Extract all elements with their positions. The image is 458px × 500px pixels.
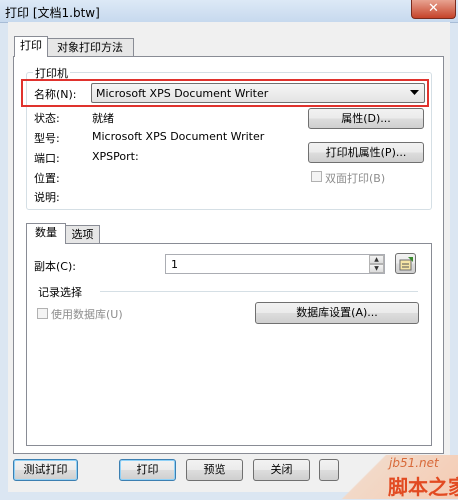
copies-input[interactable]: 1 ▲ ▼ [165, 254, 385, 274]
database-settings-button[interactable]: 数据库设置(A)... [255, 302, 419, 324]
printer-properties-button-label: 打印机属性(P)... [325, 146, 407, 159]
tab-print[interactable]: 打印 [14, 36, 48, 57]
test-print-button-label: 测试打印 [23, 463, 68, 476]
tab-options[interactable]: 选项 [65, 225, 100, 244]
records-divider [100, 291, 418, 292]
watermark-brand: 脚本之家 [388, 475, 458, 499]
test-print-button[interactable]: 测试打印 [13, 459, 78, 481]
copies-details-button[interactable] [395, 253, 416, 274]
copies-decrement[interactable]: ▼ [369, 264, 384, 273]
chevron-down-icon [410, 90, 419, 95]
use-database-label: 使用数据库(U) [51, 308, 123, 321]
copies-value: 1 [171, 258, 178, 271]
port-value: XPSPort: [92, 150, 139, 163]
tab-object-print-label: 对象打印方法 [57, 41, 123, 54]
type-label: 型号: [34, 132, 60, 145]
close-window-button[interactable]: ✕ [411, 0, 456, 19]
print-button-label: 打印 [136, 463, 159, 476]
comment-label: 说明: [34, 191, 60, 204]
type-value: Microsoft XPS Document Writer [92, 130, 265, 143]
counter-icon [399, 257, 413, 271]
database-settings-button-label: 数据库设置(A)... [296, 306, 378, 319]
duplex-label: 双面打印(B) [325, 172, 386, 185]
status-value: 就绪 [92, 112, 114, 125]
use-database-checkbox[interactable] [37, 308, 48, 319]
tab-object-print-method[interactable]: 对象打印方法 [46, 38, 134, 57]
tab-quantity-label: 数量 [35, 226, 57, 239]
printer-name-value: Microsoft XPS Document Writer [96, 87, 269, 100]
printer-name-select[interactable]: Microsoft XPS Document Writer [91, 83, 425, 103]
port-label: 端口: [34, 152, 60, 165]
watermark-site: jb51.net [389, 456, 439, 470]
preview-button[interactable]: 预览 [186, 459, 243, 481]
copies-increment[interactable]: ▲ [369, 255, 384, 264]
tab-options-label: 选项 [71, 228, 94, 241]
location-label: 位置: [34, 172, 60, 185]
close-icon: ✕ [428, 1, 439, 16]
duplex-checkbox[interactable] [311, 171, 322, 182]
print-button[interactable]: 打印 [119, 459, 176, 481]
printer-name-label: 名称(N): [34, 88, 77, 101]
printer-properties-button[interactable]: 打印机属性(P)... [308, 142, 424, 163]
tab-print-label: 打印 [20, 39, 42, 52]
status-label: 状态: [34, 112, 60, 125]
copies-label: 副本(C): [34, 260, 76, 273]
properties-button-label: 属性(D)... [341, 112, 391, 125]
properties-button[interactable]: 属性(D)... [308, 108, 424, 129]
window-title: 打印 [文档1.btw] [5, 6, 100, 20]
records-legend: 记录选择 [38, 286, 82, 299]
tab-quantity[interactable]: 数量 [26, 223, 66, 244]
preview-button-label: 预览 [203, 463, 226, 476]
close-button-label: 关闭 [270, 463, 293, 476]
close-button[interactable]: 关闭 [253, 459, 310, 481]
title-bar: 打印 [文档1.btw] ✕ [0, 0, 458, 23]
